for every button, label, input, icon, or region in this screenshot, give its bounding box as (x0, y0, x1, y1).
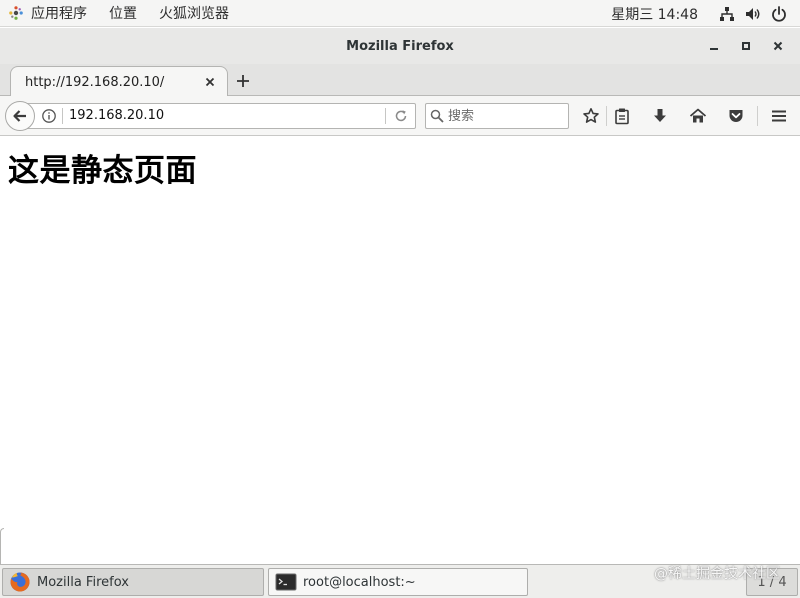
home-icon (689, 108, 707, 123)
search-icon (430, 109, 444, 123)
url-separator-right (385, 108, 386, 124)
page-heading: 这是静态页面 (8, 153, 197, 189)
url-separator (62, 108, 63, 124)
firefox-app-label: 火狐浏览器 (159, 6, 229, 22)
search-input[interactable] (448, 107, 563, 125)
minimize-button[interactable] (698, 32, 730, 60)
plus-icon (237, 75, 249, 87)
top-menu: 应用程序 位置 火狐浏览器 (0, 0, 240, 27)
window-controls (698, 28, 794, 64)
reload-icon[interactable] (393, 108, 409, 124)
applications-menu[interactable]: 应用程序 (0, 0, 98, 27)
taskbar-item-firefox[interactable]: Mozilla Firefox (2, 568, 264, 596)
library-button[interactable] (612, 106, 632, 126)
url-text[interactable]: 192.168.20.10 (69, 108, 164, 123)
back-button[interactable] (5, 101, 35, 131)
new-tab-button[interactable] (232, 70, 254, 92)
tab-strip: http://192.168.20.10/ (0, 64, 800, 97)
power-icon[interactable] (770, 5, 788, 23)
close-icon (205, 77, 215, 87)
maximize-button[interactable] (730, 32, 762, 60)
tab-active[interactable]: http://192.168.20.10/ (10, 66, 228, 97)
home-button[interactable] (688, 106, 708, 126)
tab-close-button[interactable] (203, 75, 217, 89)
gnome-top-bar: 应用程序 位置 火狐浏览器 星期三 14:48 (0, 0, 800, 27)
applications-label: 应用程序 (31, 6, 87, 22)
window-title: Mozilla Firefox (346, 38, 454, 54)
system-tray: 星期三 14:48 (611, 0, 800, 27)
pocket-icon (729, 110, 743, 122)
page-content: 这是静态页面 (0, 137, 800, 564)
minimize-icon (710, 48, 718, 50)
info-icon[interactable] (41, 108, 57, 124)
volume-icon[interactable] (744, 5, 762, 23)
bookmark-star-button[interactable] (581, 106, 601, 126)
taskbar-item-terminal-label: root@localhost:~ (303, 574, 416, 590)
star-icon (583, 108, 599, 123)
navigation-toolbar: 192.168.20.10 (0, 96, 800, 136)
back-arrow-icon (13, 110, 26, 122)
places-menu[interactable]: 位置 (98, 0, 148, 27)
download-icon (654, 109, 666, 122)
close-icon (773, 41, 783, 51)
tab-title: http://192.168.20.10/ (25, 74, 165, 90)
window-titlebar[interactable]: Mozilla Firefox (0, 28, 800, 64)
network-icon[interactable] (718, 5, 736, 23)
download-button[interactable] (650, 106, 670, 126)
close-button[interactable] (762, 32, 794, 60)
taskbar-item-firefox-label: Mozilla Firefox (37, 574, 129, 590)
places-label: 位置 (109, 6, 137, 22)
firefox-icon (9, 571, 31, 593)
firefox-app-menu[interactable]: 火狐浏览器 (148, 0, 240, 27)
clipboard-icon (615, 108, 629, 125)
gnome-foot-icon (8, 5, 24, 21)
window-edge (0, 528, 4, 564)
toolbar-separator (606, 106, 607, 126)
terminal-icon (275, 571, 297, 593)
pocket-button[interactable] (726, 106, 746, 126)
url-bar[interactable]: 192.168.20.10 (22, 103, 416, 129)
maximize-icon (742, 42, 750, 50)
search-bar[interactable] (425, 103, 569, 129)
clock[interactable]: 星期三 14:48 (611, 4, 698, 24)
hamburger-menu-icon (772, 110, 786, 122)
open-menu-button[interactable] (769, 106, 789, 126)
toolbar-separator (757, 106, 758, 126)
taskbar-item-terminal[interactable]: root@localhost:~ (268, 568, 528, 596)
watermark: @稀土掘金技术社区 (654, 566, 780, 582)
